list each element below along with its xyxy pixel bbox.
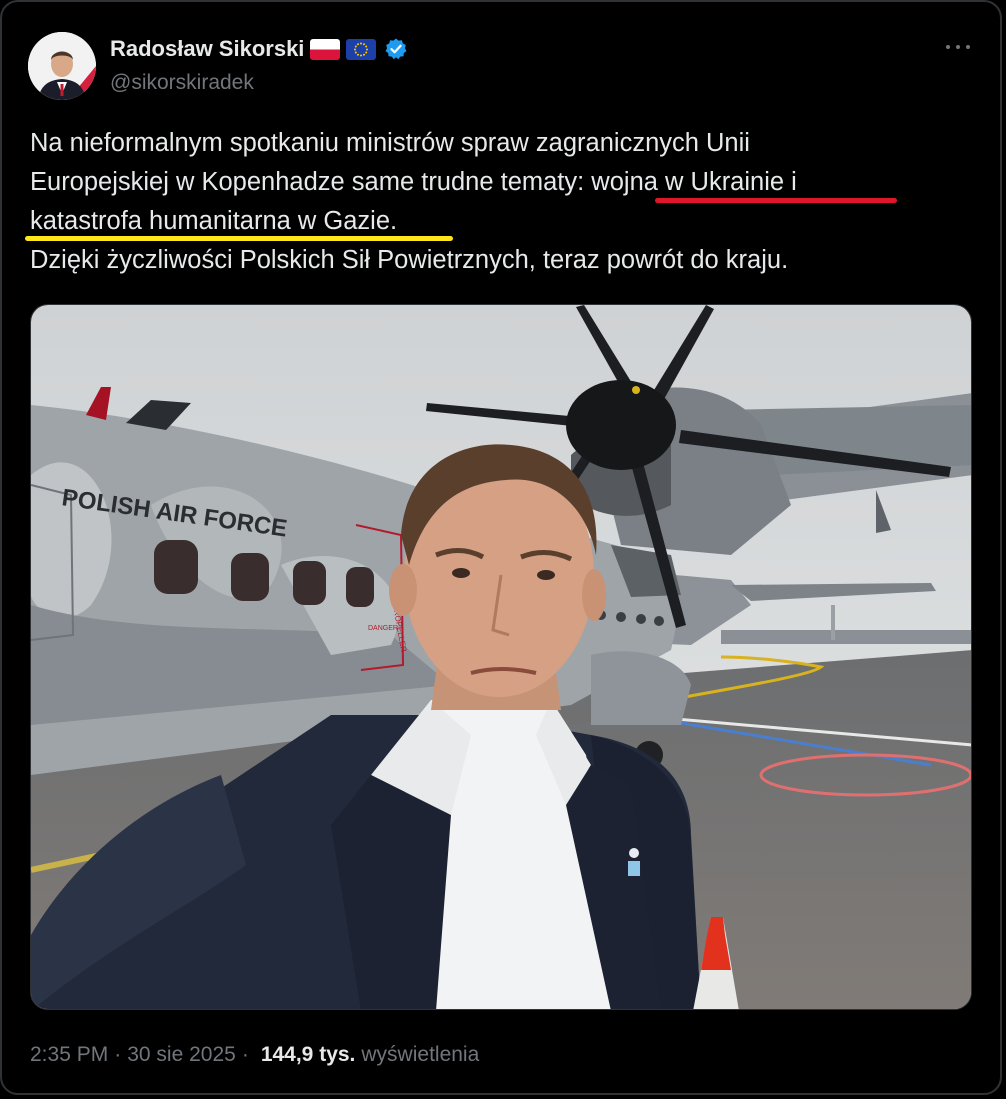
tweet-photo[interactable]: POLISH AIR FORCE PROPELLER DANGER <box>30 304 972 1010</box>
author-handle[interactable]: @sikorskiradek <box>110 71 254 95</box>
tweet-line-2: Europejskiej w Kopenhadze same trudne te… <box>30 168 797 196</box>
red-highlight-underline <box>655 198 897 203</box>
tweet-meta: 2:35 PM · 30 sie 2025 · 144,9 tys. wyświ… <box>30 1043 479 1067</box>
meta-separator: · <box>114 1043 122 1066</box>
tweet-line-1: Na nieformalnym spotkaniu ministrów spra… <box>30 129 750 157</box>
tweet-date[interactable]: 30 sie 2025 <box>127 1043 236 1067</box>
author-name-row: Radosław Sikorski <box>110 36 408 62</box>
yellow-highlight-underline <box>25 236 453 241</box>
author-name[interactable]: Radosław Sikorski <box>110 36 304 62</box>
verified-badge-icon[interactable] <box>384 37 408 61</box>
author-avatar[interactable] <box>28 32 96 100</box>
poland-flag-icon <box>310 38 341 60</box>
views-label: wyświetlenia <box>361 1043 480 1066</box>
more-dot <box>956 45 960 49</box>
tweet-line-4: Dzięki życzliwości Polskich Sił Powietrz… <box>30 246 789 274</box>
views-count[interactable]: 144,9 tys. <box>261 1043 356 1067</box>
tweet-time[interactable]: 2:35 PM <box>30 1043 108 1067</box>
more-dot <box>946 45 950 49</box>
danger-lettering: DANGER <box>368 625 398 632</box>
meta-separator: · <box>241 1043 249 1066</box>
eu-flag-icon <box>346 38 377 60</box>
more-dot <box>966 45 970 49</box>
more-horizontal-icon[interactable] <box>946 35 970 59</box>
